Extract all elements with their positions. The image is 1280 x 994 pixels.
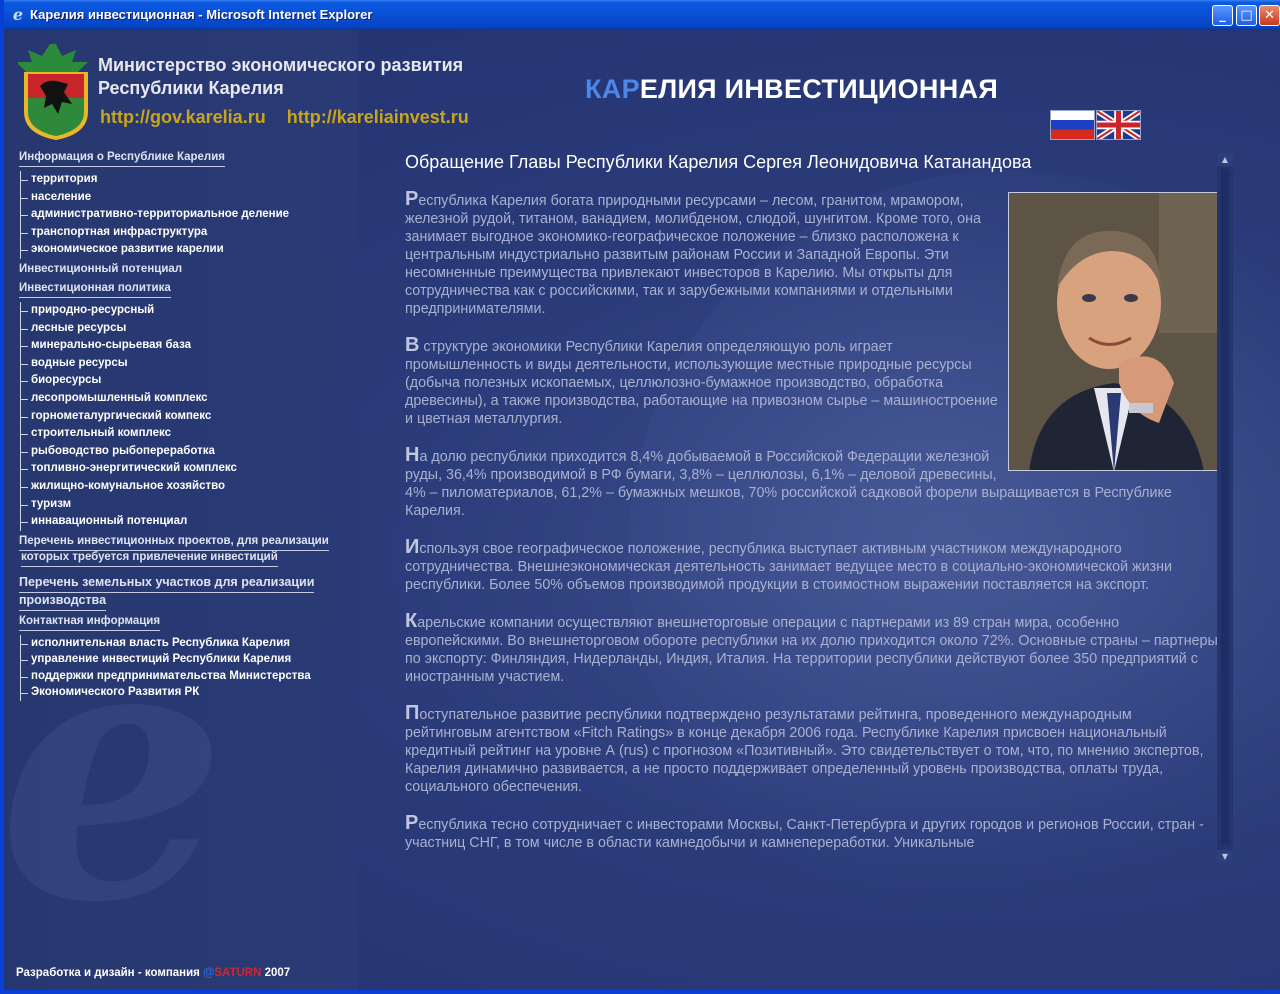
ministry-name: Министерство экономического развития Рес… <box>98 54 463 100</box>
gov-karelia-link[interactable]: http://gov.karelia.ru <box>100 107 266 127</box>
nav-item-forest[interactable]: лесные ресурсы <box>21 320 359 338</box>
nav-item-ministry-economy[interactable]: Экономического Развития РК <box>21 684 359 701</box>
article-scrollbar[interactable]: ▲ ▼ <box>1217 153 1233 863</box>
nav-item-executive-power[interactable]: исполнительная власть Республика Карелия <box>21 635 359 652</box>
footer-year: 2007 <box>264 967 291 979</box>
paragraph-text: спользуя свое географическое положение, … <box>405 541 1173 593</box>
paragraph-6: Поступательное развитие республики подтв… <box>405 702 1220 796</box>
nav-item-water[interactable]: водные ресурсы <box>21 355 359 373</box>
article-body[interactable]: Республика Карелия богата природными рес… <box>405 190 1220 862</box>
browser-window: e Карелия инвестиционная - Microsoft Int… <box>0 0 1280 994</box>
footer-credits: Разработка и дизайн - компания @SATURN 2… <box>16 967 290 979</box>
russian-flag-icon[interactable] <box>1050 110 1095 140</box>
nav-item-fuel-energy[interactable]: топливно-энергитический комплекс <box>21 460 359 478</box>
nav-item-housing[interactable]: жилищно-комунальное хозяйство <box>21 478 359 496</box>
paragraph-text: оступательное развитие республики подтве… <box>405 707 1204 795</box>
nav-item-business-support[interactable]: поддержки предпринимательства Министерст… <box>21 668 359 685</box>
site-title: КАРЕЛИЯ ИНВЕСТИЦИОННАЯ <box>585 74 998 105</box>
window-title: Карелия инвестиционная - Microsoft Inter… <box>30 7 373 22</box>
scroll-track[interactable] <box>1221 169 1229 844</box>
paragraph-text: еспублика тесно сотрудничает с инвестора… <box>405 817 1204 851</box>
nav-item-investment-department[interactable]: управление инвестиций Республики Карелия <box>21 651 359 668</box>
footer-brand-link[interactable]: SATURN <box>214 967 261 979</box>
footer-prefix: Разработка и дизайн - компания <box>16 967 200 979</box>
article-title: Обращение Главы Республики Карелия Серге… <box>405 152 1032 172</box>
drop-cap: Н <box>405 444 420 466</box>
paragraph-text: структуре экономики Республики Карелия о… <box>405 339 998 427</box>
drop-cap: П <box>405 702 420 724</box>
maximize-button[interactable]: □ <box>1236 5 1257 26</box>
nav-section-projects-line-1: Перечень инвестиционных проектов, для ре… <box>19 535 329 551</box>
nav-list-contacts: исполнительная власть Республика Карелия… <box>20 634 359 701</box>
nav-item-admin-division[interactable]: административно-территориальное деление <box>21 206 359 224</box>
nav-section-investment-potential[interactable]: Инвестиционный потенциал <box>19 263 182 278</box>
nav-item-transport[interactable]: транспортная инфраструктура <box>21 224 359 242</box>
nav-item-bioresources[interactable]: биоресурсы <box>21 372 359 390</box>
nav-list-info: территория население административно-тер… <box>20 171 359 259</box>
nav-item-minerals[interactable]: минерально-сырьевая база <box>21 337 359 355</box>
nav-item-tourism[interactable]: туризм <box>21 496 359 514</box>
nav-section-land-plots-line-2: производства <box>19 593 107 611</box>
governor-portrait-image <box>1008 192 1218 471</box>
ministry-line-1: Министерство экономического развития <box>98 55 464 75</box>
footer-at: @ <box>203 967 215 979</box>
nav-section-projects-line-2: которых требуется привлечение инвестиций <box>21 551 278 567</box>
paragraph-7: Республика тесно сотрудничает с инвестор… <box>405 812 1220 852</box>
nav-section-land-plots[interactable]: Перечень земельных участков для реализац… <box>19 575 359 611</box>
paragraph-4: Используя свое географическое положение,… <box>405 536 1220 594</box>
page-content: e Министерство экономического развития Р… <box>8 30 1280 990</box>
drop-cap: Р <box>405 812 419 834</box>
portrait-illustration <box>1009 193 1217 470</box>
drop-cap: И <box>405 536 420 558</box>
nav-section-contacts[interactable]: Контактная информация <box>19 615 161 631</box>
drop-cap: К <box>405 610 418 632</box>
nav-list-policy: природно-ресурсный лесные ресурсы минера… <box>20 301 359 531</box>
nav-item-territory[interactable]: территория <box>21 171 359 189</box>
nav-item-natural-resource[interactable]: природно-ресурсный <box>21 302 359 320</box>
nav-section-info[interactable]: Информация о Республике Карелия <box>19 151 226 167</box>
navigation-menu: Информация о Республике Карелия территор… <box>19 151 359 705</box>
ministry-line-2: Республики Карелия <box>98 78 284 98</box>
nav-item-construction[interactable]: строительный комплекс <box>21 425 359 443</box>
nav-section-investment-policy[interactable]: Инвестиционная политика <box>19 282 171 298</box>
drop-cap: В <box>405 334 420 356</box>
uk-flag-icon[interactable] <box>1096 110 1141 140</box>
paragraph-5: Карельские компании осуществляют внешнет… <box>405 610 1220 686</box>
nav-item-mining[interactable]: горнометалургический компекс <box>21 408 359 426</box>
site-urls: http://gov.karelia.ru http://kareliainve… <box>100 107 485 128</box>
nav-section-land-plots-line-1: Перечень земельных участков для реализац… <box>19 575 315 593</box>
nav-item-fish-farming[interactable]: рыбоводство рыбопереработка <box>21 443 359 461</box>
nav-item-economic-development[interactable]: экономическое развитие карелии <box>21 241 359 259</box>
site-title-accent: КАР <box>585 74 640 104</box>
site-title-rest: ЕЛИЯ ИНВЕСТИЦИОННАЯ <box>639 74 999 104</box>
scroll-up-arrow-icon[interactable]: ▲ <box>1217 153 1233 166</box>
minimize-button[interactable]: _ <box>1212 5 1233 26</box>
scroll-down-arrow-icon[interactable]: ▼ <box>1217 850 1233 863</box>
drop-cap: Р <box>405 190 419 210</box>
internet-explorer-icon: e <box>12 5 24 24</box>
paragraph-text: арельские компании осуществляют внешнето… <box>405 615 1218 685</box>
nav-item-population[interactable]: население <box>21 189 359 207</box>
nav-item-innovation[interactable]: иннавационный потенциал <box>21 513 359 531</box>
nav-item-timber-industry[interactable]: лесопромышленный комплекс <box>21 390 359 408</box>
karelia-coat-of-arms-icon <box>18 44 88 140</box>
paragraph-text: еспублика Карелия богата природными ресу… <box>405 193 981 317</box>
kareliainvest-link[interactable]: http://kareliainvest.ru <box>287 107 469 127</box>
title-bar[interactable]: e Карелия инвестиционная - Microsoft Int… <box>4 0 1280 30</box>
close-button[interactable]: ✕ <box>1259 5 1280 26</box>
nav-section-projects[interactable]: Перечень инвестиционных проектов, для ре… <box>19 535 359 567</box>
